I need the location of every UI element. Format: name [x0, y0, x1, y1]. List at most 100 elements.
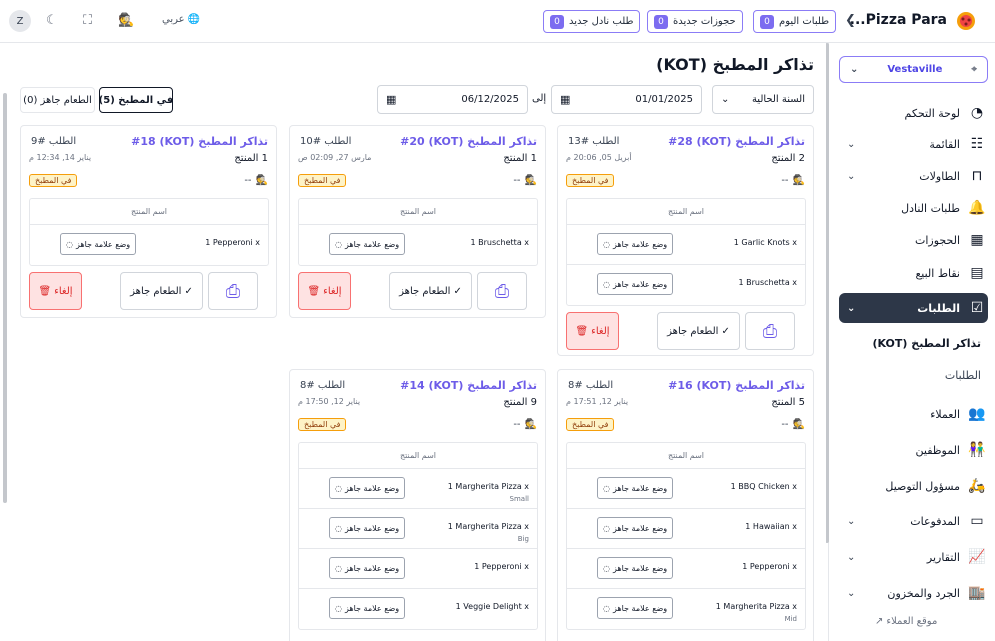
print-button[interactable]: ⎙ — [208, 272, 258, 310]
waiter-info: -- 🕵 — [513, 175, 537, 186]
dark-mode-moon-icon[interactable]: ☾ — [46, 13, 58, 28]
user-avatar[interactable]: Z — [9, 10, 31, 32]
item-count: 9 المنتج — [503, 397, 537, 408]
sidebar-item-label: العملاء — [930, 407, 960, 421]
sidebar-item-1[interactable]: ⌄ القائمة ☷ — [839, 129, 988, 159]
external-link-icon: ↗ — [875, 616, 884, 627]
mark-ready-button[interactable]: وضع علامة جاهز ◌ — [60, 233, 137, 255]
product-row: 1 Bruschetta x وضع علامة جاهز ◌ — [567, 265, 805, 305]
kot-title[interactable]: تذاكر المطبخ (KOT) #14 — [400, 379, 537, 392]
print-button[interactable]: ⎙ — [745, 312, 795, 350]
chevron-down-icon: ⌄ — [847, 551, 856, 563]
sidebar-sub-orders[interactable]: الطلبات — [945, 369, 981, 382]
food-ready-label: الطعام جاهز — [130, 285, 182, 297]
kot-date: أبريل 05, 20:06 م — [566, 153, 632, 162]
printer-icon: ⎙ — [494, 280, 510, 302]
sidebar-item-2[interactable]: ⌄ الطاولات ⊓ — [839, 161, 988, 191]
reports-icon: 📈 — [968, 549, 986, 565]
location-selector[interactable]: ⌄ Vestaville ⌖ — [839, 56, 988, 83]
date-from-input[interactable]: ▦ 01/01/2025 — [551, 85, 702, 114]
product-name: 1 Margherita Pizza x — [447, 482, 529, 491]
kot-title[interactable]: تذاكر المطبخ (KOT) #28 — [668, 135, 805, 148]
waiter-info: -- 🕵 — [513, 419, 537, 430]
collapse-sidebar-chevron-icon[interactable]: ❮ — [845, 13, 856, 28]
products-table: اسم المنتج 1 Margherita Pizza x Small وض… — [298, 442, 538, 630]
date-to-input[interactable]: ▦ 06/12/2025 — [377, 85, 528, 114]
cancel-button[interactable]: إلغاء 🗑 — [29, 272, 82, 310]
mark-ready-button[interactable]: وضع علامة جاهز ◌ — [597, 517, 674, 539]
sidebar-item-4[interactable]: الحجوزات ▦ — [839, 225, 988, 255]
sidebar-item-7[interactable]: العملاء 👥 — [839, 399, 988, 429]
sidebar-item-8[interactable]: الموظفين 👫 — [839, 435, 988, 465]
mark-ready-label: وضع علامة جاهز — [612, 603, 668, 613]
kot-date: يناير 12, 17:51 م — [566, 397, 629, 406]
waiter-icon: 🕵 — [792, 175, 805, 186]
kot-date: يناير 14, 12:34 م — [29, 153, 92, 162]
tab-food-ready[interactable]: الطعام جاهز (0) — [20, 87, 95, 113]
mark-ready-button[interactable]: وضع علامة جاهز ◌ — [597, 233, 674, 255]
product-variant: Big — [517, 535, 529, 543]
order-number: الطلب #8 — [300, 380, 346, 391]
fullscreen-icon[interactable]: ⛶ — [83, 13, 92, 28]
mark-ready-button[interactable]: وضع علامة جاهز ◌ — [329, 477, 406, 499]
new-reservations-label: حجوزات جديدة — [673, 16, 736, 27]
mark-ready-button[interactable]: وضع علامة جاهز ◌ — [329, 557, 406, 579]
column-header: اسم المنتج — [567, 443, 805, 469]
mark-ready-button[interactable]: وضع علامة جاهز ◌ — [329, 597, 406, 619]
food-ready-button[interactable]: ✓ الطعام جاهز — [389, 272, 472, 310]
column-header: اسم المنتج — [567, 199, 805, 225]
sidebar-item-6[interactable]: ⌄ الطلبات ☑ — [839, 293, 988, 323]
waiter-icon: 🕵 — [524, 175, 537, 186]
period-select[interactable]: ⌄ السنة الحالية — [712, 85, 814, 114]
products-table: اسم المنتج 1 BBQ Chicken x وضع علامة جاه… — [566, 442, 806, 630]
product-row: 1 Pepperoni x وضع علامة جاهز ◌ — [567, 549, 805, 589]
print-button[interactable]: ⎙ — [477, 272, 527, 310]
waiter-info: -- 🕵 — [781, 419, 805, 430]
mark-ready-label: وضع علامة جاهز — [344, 563, 400, 573]
double-check-icon: ✓ — [721, 325, 730, 337]
mark-ready-button[interactable]: وضع علامة جاهز ◌ — [597, 477, 674, 499]
to-label: إلى — [532, 93, 547, 104]
product-variant: Mid — [784, 615, 797, 623]
mark-ready-button[interactable]: وضع علامة جاهز ◌ — [597, 557, 674, 579]
mark-ready-button[interactable]: وضع علامة جاهز ◌ — [597, 597, 674, 619]
sidebar-item-11[interactable]: ⌄ التقارير 📈 — [839, 542, 988, 572]
sidebar-item-5[interactable]: نقاط البيع ▤ — [839, 258, 988, 288]
new-waiter-request-button[interactable]: طلب نادل جديد 0 — [543, 10, 641, 33]
cancel-button[interactable]: إلغاء 🗑 — [298, 272, 351, 310]
kot-title[interactable]: تذاكر المطبخ (KOT) #20 — [400, 135, 537, 148]
language-switch[interactable]: 🌐 عربي — [162, 14, 200, 25]
sidebar-item-10[interactable]: ⌄ المدفوعات ▭ — [839, 506, 988, 536]
product-name: 1 Bruschetta x — [738, 278, 798, 287]
customer-site-link[interactable]: موقع العملاء ↗ — [875, 616, 937, 627]
customers-icon: 👥 — [968, 406, 986, 422]
kot-title[interactable]: تذاكر المطبخ (KOT) #16 — [668, 379, 805, 392]
main-scrollbar[interactable] — [3, 93, 7, 503]
kot-title[interactable]: تذاكر المطبخ (KOT) #18 — [131, 135, 268, 148]
today-orders-button[interactable]: طلبات اليوم 0 — [753, 10, 837, 33]
food-ready-button[interactable]: ✓ الطعام جاهز — [120, 272, 203, 310]
product-row: 1 Hawaiian x وضع علامة جاهز ◌ — [567, 509, 805, 549]
table-icon: ⊓ — [971, 168, 983, 184]
cancel-button[interactable]: إلغاء 🗑 — [566, 312, 619, 350]
top-bar: Pizza Para... ❮ طلبات اليوم 0 حجوزات جديد… — [0, 0, 995, 43]
product-name: 1 Garlic Knots x — [733, 238, 797, 247]
mark-ready-button[interactable]: وضع علامة جاهز ◌ — [329, 517, 406, 539]
sidebar-item-9[interactable]: مسؤول التوصيل 🛵 — [839, 471, 988, 501]
sidebar-item-0[interactable]: لوحة التحكم ◔ — [839, 98, 988, 128]
sidebar-sub-kot[interactable]: تذاكر المطبخ (KOT) — [872, 337, 981, 350]
incognito-icon[interactable]: 🕵 — [118, 13, 134, 28]
chevron-down-icon: ⌄ — [850, 64, 859, 75]
tab-in-kitchen[interactable]: في المطبخ (5) — [99, 87, 173, 113]
check-circle-icon: ◌ — [335, 603, 342, 613]
sidebar-item-3[interactable]: طلبات النادل 🔔 — [839, 193, 988, 223]
product-row: 1 Bruschetta x وضع علامة جاهز ◌ — [299, 225, 537, 265]
sidebar-item-label: طلبات النادل — [901, 201, 960, 215]
sidebar-item-12[interactable]: ⌄ الجرد والمخزون 🏬 — [839, 578, 988, 608]
food-ready-button[interactable]: ✓ الطعام جاهز — [657, 312, 740, 350]
new-waiter-request-count: 0 — [550, 14, 564, 29]
new-reservations-button[interactable]: حجوزات جديدة 0 — [647, 10, 743, 33]
mark-ready-button[interactable]: وضع علامة جاهز ◌ — [597, 273, 674, 295]
brand-name: Pizza Para... — [849, 12, 947, 28]
mark-ready-button[interactable]: وضع علامة جاهز ◌ — [329, 233, 406, 255]
